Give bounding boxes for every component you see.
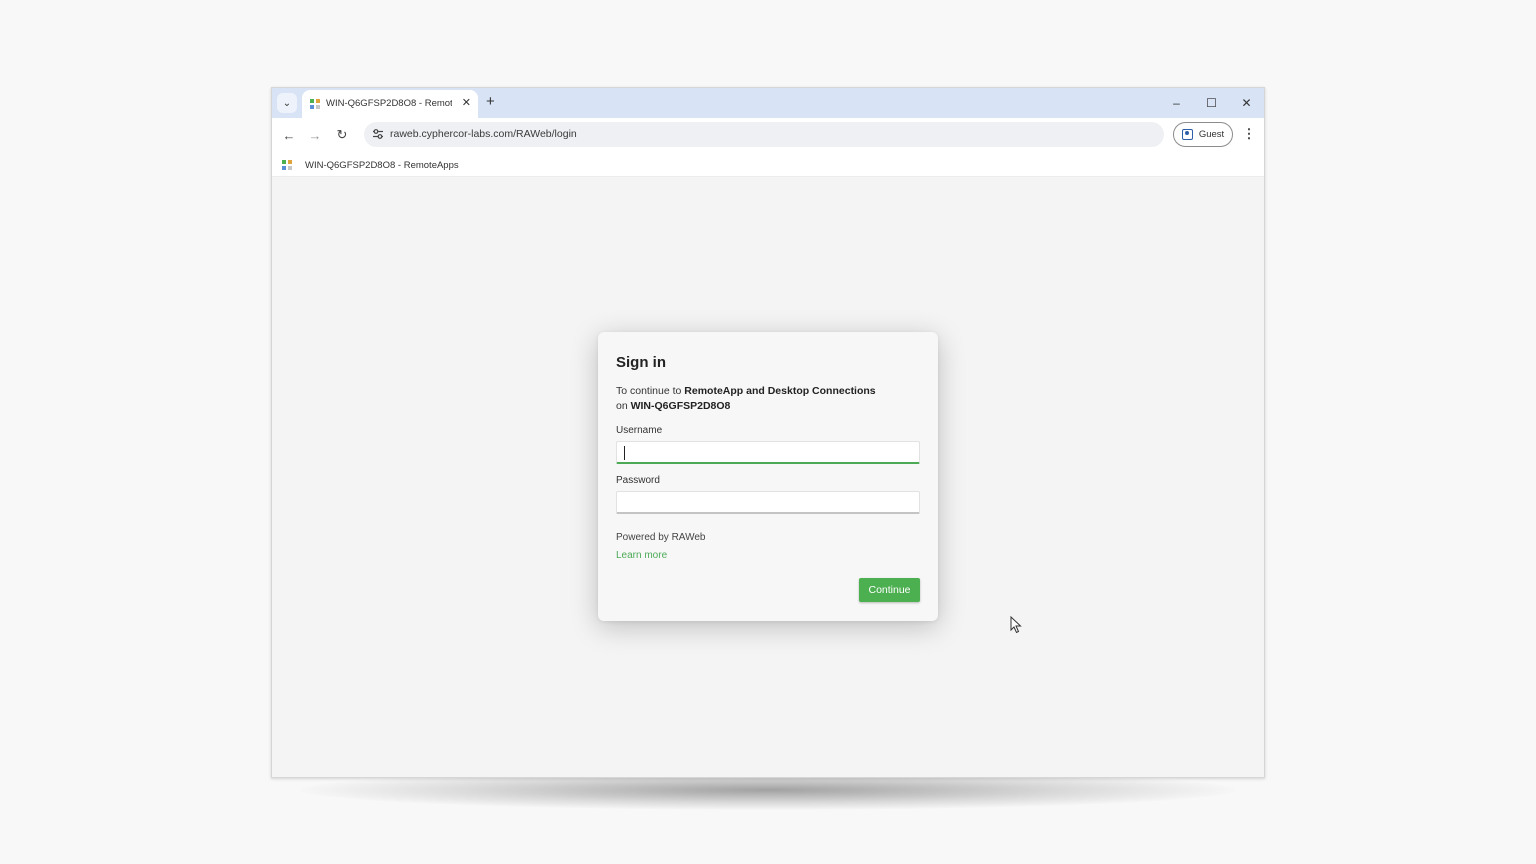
learn-more-link[interactable]: Learn more <box>616 550 667 561</box>
signin-dialog: Sign in To continue to RemoteApp and Des… <box>598 332 938 621</box>
browser-toolbar: ← → ↻ raweb.cyphercor-labs.com/RAWeb/log… <box>272 118 1264 151</box>
username-label: Username <box>616 425 663 436</box>
url-text[interactable]: raweb.cyphercor-labs.com/RAWeb/login <box>390 128 577 140</box>
bookmark-item[interactable]: WIN-Q6GFSP2D8O8 - RemoteApps <box>305 160 459 171</box>
tab-close-icon[interactable]: ✕ <box>462 96 471 110</box>
minimize-button[interactable]: – <box>1159 88 1194 118</box>
text-caret <box>624 446 625 460</box>
password-field[interactable] <box>616 491 920 514</box>
page-content: Sign in To continue to RemoteApp and Des… <box>272 178 1264 777</box>
tab-strip: ⌄ WIN-Q6GFSP2D8O8 - RemoteA ✕ + – ☐ ✕ <box>272 88 1264 118</box>
powered-by-text: Powered by RAWeb <box>616 532 706 543</box>
profile-icon <box>1181 129 1193 140</box>
desc-app-name: RemoteApp and Desktop Connections <box>684 385 876 397</box>
signin-description: To continue to RemoteApp and Desktop Con… <box>616 384 916 414</box>
profile-label: Guest <box>1198 129 1225 140</box>
desc-host-name: WIN-Q6GFSP2D8O8 <box>630 400 731 412</box>
address-bar[interactable]: raweb.cyphercor-labs.com/RAWeb/login <box>364 122 1164 147</box>
maximize-button[interactable]: ☐ <box>1194 88 1229 118</box>
continue-button[interactable]: Continue <box>859 578 920 602</box>
forward-button[interactable]: → <box>306 126 324 144</box>
bookmarks-bar: WIN-Q6GFSP2D8O8 - RemoteApps <box>272 151 1264 177</box>
site-settings-icon[interactable] <box>372 128 384 140</box>
tab-search-icon[interactable]: ⌄ <box>277 93 297 113</box>
browser-menu-icon[interactable]: ⋮ <box>1242 125 1256 143</box>
profile-button[interactable]: Guest <box>1173 122 1233 147</box>
mouse-pointer-icon <box>1010 616 1022 634</box>
password-label: Password <box>616 475 660 486</box>
tab-title: WIN-Q6GFSP2D8O8 - RemoteA <box>326 98 452 109</box>
desc-mid: on <box>616 400 631 412</box>
tab-active[interactable]: WIN-Q6GFSP2D8O8 - RemoteA ✕ <box>302 90 478 118</box>
new-tab-button[interactable]: + <box>486 93 495 111</box>
back-button[interactable]: ← <box>280 126 298 144</box>
signin-title: Sign in <box>616 354 666 371</box>
app-grid-icon <box>282 160 292 170</box>
desc-prefix: To continue to <box>616 385 685 397</box>
window-controls: – ☐ ✕ <box>1159 88 1264 118</box>
reload-button[interactable]: ↻ <box>333 126 351 144</box>
close-window-button[interactable]: ✕ <box>1229 88 1264 118</box>
app-grid-icon <box>310 99 320 109</box>
username-field[interactable] <box>616 441 920 464</box>
browser-window: ⌄ WIN-Q6GFSP2D8O8 - RemoteA ✕ + – ☐ ✕ ← … <box>271 87 1265 778</box>
